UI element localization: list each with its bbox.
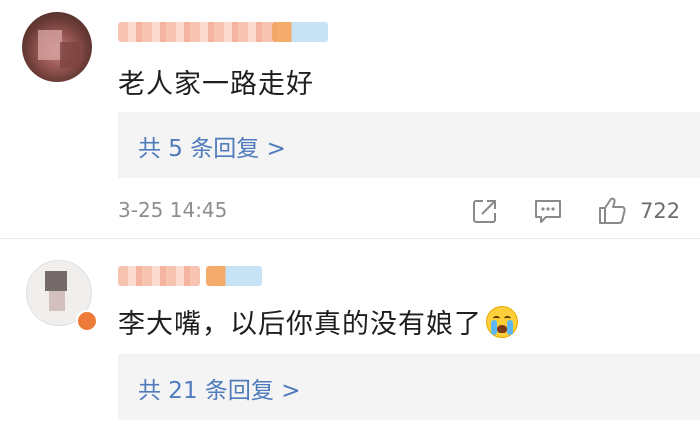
replies-panel[interactable]: 共 5 条回复 >: [118, 112, 700, 178]
comment-divider: [0, 238, 700, 239]
like-button[interactable]: 722: [596, 196, 696, 226]
username-redacted[interactable]: [118, 266, 200, 286]
avatar-mosaic: [49, 291, 65, 311]
avatar[interactable]: [22, 12, 92, 82]
comment-timestamp: 3-25 14:45: [118, 198, 228, 222]
username-redacted[interactable]: [118, 22, 278, 42]
comment-icon: [535, 200, 561, 223]
avatar-mosaic: [38, 30, 62, 60]
user-level-badge: [272, 22, 328, 42]
user-level-badge: [206, 266, 262, 286]
comment-item: 李大嘴，以后你真的没有娘了 共 21 条回复 >: [0, 248, 700, 423]
avatar-mosaic: [60, 42, 80, 68]
view-replies-link[interactable]: 共 5 条回复 >: [138, 129, 286, 163]
like-count: 722: [640, 199, 681, 223]
verified-badge-icon: [76, 310, 98, 332]
comment-text: 李大嘴，以后你真的没有娘了: [118, 302, 518, 341]
thumbs-up-icon: [599, 197, 626, 224]
crying-face-emoji-icon: [486, 306, 518, 338]
avatar-mosaic: [45, 271, 67, 291]
view-replies-link[interactable]: 共 21 条回复 >: [138, 371, 300, 405]
share-button[interactable]: [470, 196, 500, 226]
share-icon: [473, 200, 496, 223]
replies-panel[interactable]: 共 21 条回复 >: [118, 354, 700, 420]
comment-button[interactable]: [532, 196, 564, 226]
comment-text-body: 李大嘴，以后你真的没有娘了: [118, 309, 482, 340]
comment-item: 老人家一路走好 共 5 条回复 > 3-25 14:45 722: [0, 0, 700, 236]
comment-text: 老人家一路走好: [118, 69, 314, 100]
